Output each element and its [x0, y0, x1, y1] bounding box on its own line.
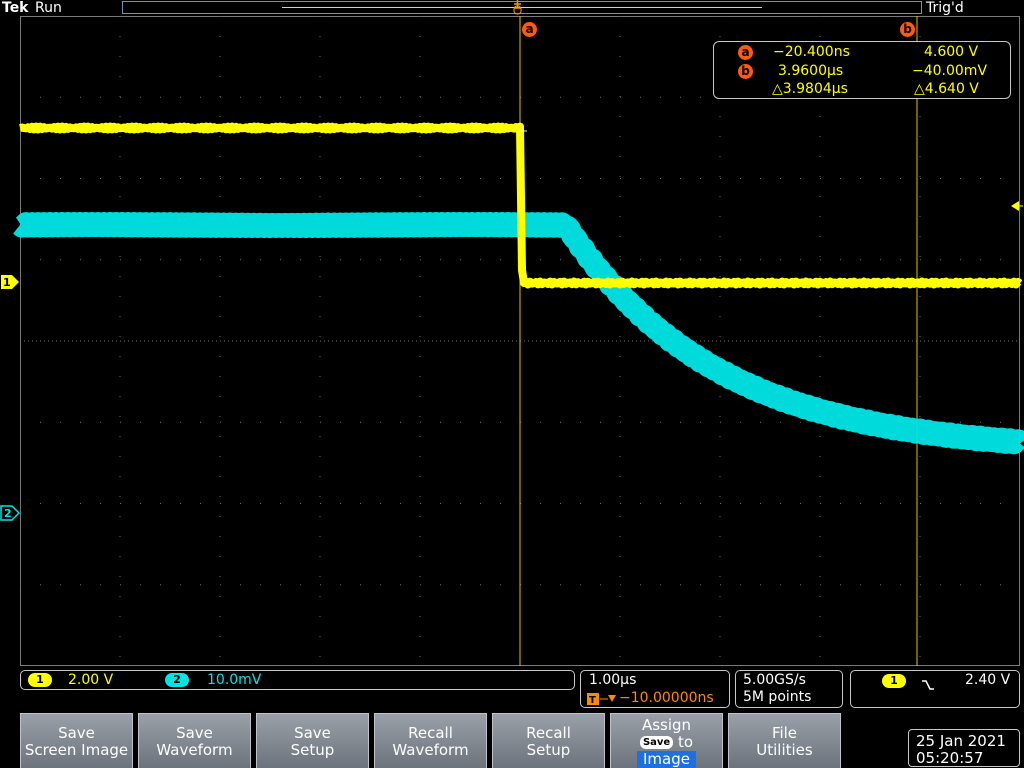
record-length: 5M points — [743, 689, 812, 705]
trigger-level-marker[interactable] — [1011, 197, 1023, 211]
horizontal-position: −10.00000ns — [619, 690, 714, 706]
ch1-badge: 1 — [28, 673, 52, 687]
cursor-a-volt: 4.600 V — [924, 44, 979, 60]
ch2-scale: 10.0mV — [207, 672, 262, 688]
assign-image-option: Image — [637, 751, 696, 768]
date: 25 Jan 2021 — [916, 732, 1006, 750]
cursor-delta-time: △3.9804µs — [772, 81, 848, 97]
ch1-scale: 2.00 V — [68, 672, 114, 688]
cursor-b-time: 3.9600µs — [778, 63, 844, 79]
save-chip: Save — [639, 736, 674, 749]
readout-a-badge: a — [738, 45, 753, 60]
cursor-b-badge[interactable]: b — [900, 22, 915, 37]
date-time-display: 25 Jan 2021 05:20:57 — [908, 729, 1020, 767]
cursor-a-time: −20.400ns — [773, 44, 850, 60]
cursor-b-volt: −40.00mV — [912, 63, 988, 79]
falling-edge-icon — [921, 676, 935, 690]
cursor-readout: a −20.400ns 4.600 V b 3.9600µs −40.00mV … — [713, 41, 1011, 99]
cursor-a-badge[interactable]: a — [522, 22, 537, 37]
svg-text:T: T — [589, 695, 596, 706]
save-setup-button[interactable]: Save Setup — [256, 713, 369, 768]
save-waveform-button[interactable]: Save Waveform — [138, 713, 251, 768]
svg-text:1: 1 — [3, 276, 11, 289]
trigger-source-badge: 1 — [882, 674, 906, 688]
ch1-ground-marker[interactable]: 1 — [0, 274, 20, 290]
trigger-position-icon: T — [587, 691, 617, 706]
cursor-delta-volt: △4.640 V — [914, 81, 979, 97]
sample-rate: 5.00GS/s — [743, 672, 806, 688]
ch2-ground-marker[interactable]: 2 — [0, 505, 21, 521]
time: 05:20:57 — [916, 749, 984, 767]
channel-scale-box[interactable]: 1 2.00 V 2 10.0mV — [20, 670, 575, 690]
trigger-box[interactable]: 1 2.40 V — [850, 670, 1020, 708]
file-utilities-button[interactable]: File Utilities — [728, 713, 841, 768]
waveform-display — [11, 16, 1024, 666]
recall-setup-button[interactable]: Recall Setup — [492, 713, 605, 768]
recall-waveform-button[interactable]: Recall Waveform — [374, 713, 487, 768]
trigger-level: 2.40 V — [965, 672, 1011, 688]
horizontal-box[interactable]: 1.00µs T −10.00000ns — [580, 670, 730, 708]
readout-b-badge: b — [738, 64, 753, 79]
acquisition-box: 5.00GS/s 5M points — [735, 670, 843, 708]
ch1-waveform — [18, 122, 1023, 289]
time-per-div: 1.00µs — [589, 672, 637, 688]
svg-text:2: 2 — [4, 507, 12, 520]
ch2-badge: 2 — [165, 673, 189, 687]
save-screen-image-button[interactable]: Save Screen Image — [20, 713, 133, 768]
assign-save-button[interactable]: Assign Save to Image — [610, 713, 723, 768]
